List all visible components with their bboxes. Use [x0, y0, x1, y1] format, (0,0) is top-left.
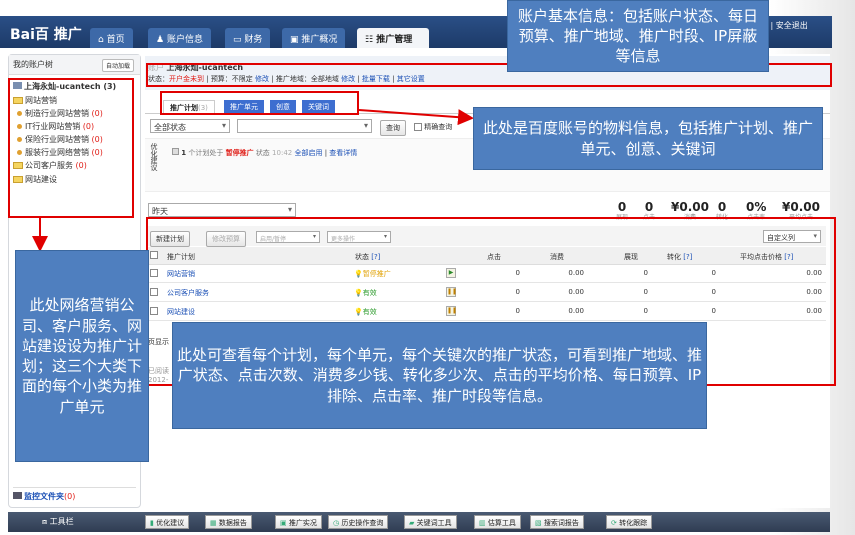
callout-materials: 此处是百度账号的物料信息，包括推广计划、推广单元、创意、关键词 — [473, 107, 823, 170]
callout-account: 账户基本信息：包括账户状态、每日预算、推广地域、推广时段、IP屏蔽等信息 — [507, 0, 769, 72]
arrow-to-materials — [358, 109, 474, 126]
callout-tree: 此处网络营销公司、客户服务、网站建设设为推广计划；这三个大类下面的每个小类为推广… — [15, 250, 149, 462]
callout-table: 此处可查看每个计划，每个单元，每个关键次的推广状态，可看到推广地域、推广状态、点… — [172, 322, 707, 429]
